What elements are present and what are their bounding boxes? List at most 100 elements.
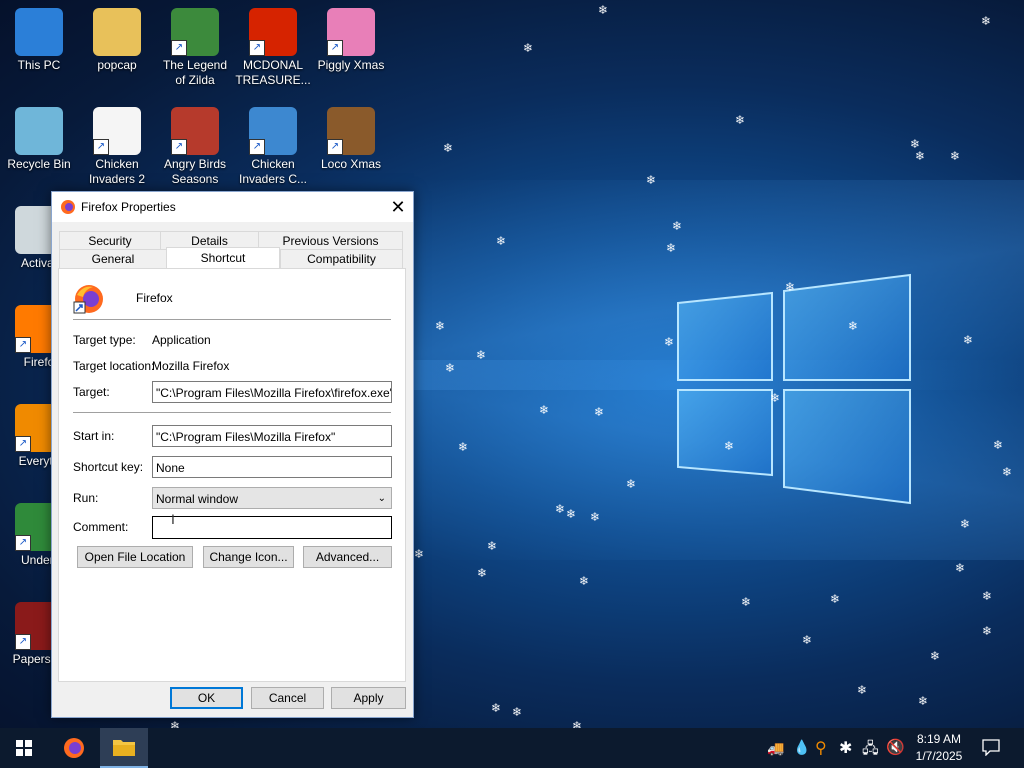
folder-icon	[93, 8, 141, 56]
network-game-tray-icon[interactable]: 🚚	[767, 740, 784, 757]
windows-start-icon	[16, 740, 32, 756]
snowflake: ❄	[523, 41, 534, 55]
start-in-label: Start in:	[73, 429, 115, 443]
shortcut-arrow-icon: ↗	[327, 40, 343, 56]
divider	[73, 412, 391, 413]
shortcut-key-input[interactable]: None	[152, 456, 392, 478]
desktop-icon[interactable]: ↗ The Legend of Zilda	[157, 8, 233, 88]
desktop-icon-label: The Legend of Zilda	[162, 58, 228, 87]
desktop-icon[interactable]: ↗ Angry Birds Seasons	[157, 107, 233, 187]
start-button[interactable]	[0, 728, 48, 768]
snowflake: ❄	[646, 173, 657, 187]
snowflake: ❄	[539, 403, 550, 417]
volume-muted-icon[interactable]: 🔇	[886, 738, 905, 756]
target-type-label: Target type:	[73, 333, 136, 347]
desktop-icon[interactable]: This PC	[1, 8, 77, 73]
snowflake: ❄	[566, 507, 577, 521]
target-label: Target:	[73, 385, 110, 399]
snowflake: ❄	[458, 440, 469, 454]
snowflake: ❄	[724, 439, 735, 453]
tab-shortcut[interactable]: Shortcut	[166, 247, 280, 268]
change-icon-button[interactable]: Change Icon...	[203, 546, 294, 568]
cancel-button[interactable]: Cancel	[251, 687, 324, 709]
tab-compatibility[interactable]: Compatibility	[280, 249, 403, 269]
open-file-location-button[interactable]: Open File Location	[77, 546, 193, 568]
windows-logo-wallpaper	[677, 273, 911, 505]
droplet-icon[interactable]: 💧	[793, 739, 810, 756]
shortcut-arrow-icon: ↗	[15, 634, 31, 650]
target-type-value: Application	[152, 333, 211, 347]
desktop-icon[interactable]: Recycle Bin	[1, 107, 77, 172]
snowflake: ❄	[598, 3, 609, 17]
taskbar-file-explorer[interactable]	[100, 728, 148, 768]
shortcut-key-label: Shortcut key:	[73, 460, 144, 474]
dialog-titlebar[interactable]: Firefox Properties ✕	[52, 192, 413, 222]
snowflake: ❄	[666, 241, 677, 255]
computer-icon	[15, 8, 63, 56]
desktop-icon[interactable]: popcap	[79, 8, 155, 73]
snowflake: ❄	[491, 701, 502, 715]
desktop-icon[interactable]: ↗ Piggly Xmas	[313, 8, 389, 73]
snowflake: ❄	[443, 141, 454, 155]
desktop-icon-label: Recycle Bin	[7, 157, 71, 171]
snowflake: ❄	[857, 683, 868, 697]
shortcut-arrow-icon: ↗	[249, 139, 265, 155]
taskbar-firefox[interactable]	[50, 728, 98, 768]
recycle-bin-icon	[15, 107, 63, 155]
apply-button[interactable]: Apply	[331, 687, 406, 709]
shortcut-arrow-icon: ↗	[171, 139, 187, 155]
clock-time: 8:19 AM	[916, 732, 962, 746]
search-tray-icon[interactable]: ⚲	[815, 738, 827, 758]
close-icon[interactable]: ✕	[383, 192, 413, 222]
target-location-value: Mozilla Firefox	[152, 359, 230, 373]
snowflake: ❄	[930, 649, 941, 663]
desktop-icon-label: Loco Xmas	[320, 157, 382, 171]
shortcut-arrow-icon: ↗	[15, 337, 31, 353]
snowflake: ❄	[960, 517, 971, 531]
divider	[73, 319, 391, 320]
desktop-icon-label: Angry Birds Seasons	[163, 157, 227, 186]
snowflake: ❄	[915, 149, 926, 163]
notification-icon[interactable]	[982, 739, 1000, 756]
start-in-input[interactable]: "C:\Program Files\Mozilla Firefox"	[152, 425, 392, 447]
firefox-properties-dialog: Firefox Properties ✕ Security Details Pr…	[51, 191, 414, 718]
snowflake: ❄	[993, 438, 1004, 452]
desktop-icon-label: Piggly Xmas	[317, 58, 385, 72]
tab-general[interactable]: General	[59, 249, 167, 269]
desktop-icon[interactable]: ↗ MCDONAL TREASURE...	[235, 8, 311, 88]
desktop-icon-label: Chicken Invaders C...	[238, 157, 308, 186]
shortcut-arrow-icon: ↗	[15, 535, 31, 551]
tab-security[interactable]: Security	[59, 231, 161, 251]
snowflake: ❄	[981, 14, 992, 28]
snowflake: ❄	[982, 589, 993, 603]
snowflake: ❄	[830, 592, 841, 606]
snowflake: ❄	[435, 319, 446, 333]
firefox-icon	[64, 738, 84, 758]
run-select[interactable]: Normal window ⌄	[152, 487, 392, 509]
desktop-icon[interactable]: ↗ Loco Xmas	[313, 107, 389, 172]
desktop-icon-label: popcap	[97, 58, 137, 72]
snowflake-tray-icon[interactable]: ✱	[839, 738, 852, 758]
desktop-icon[interactable]: ↗ Chicken Invaders C...	[235, 107, 311, 187]
shortcut-arrow-icon: ↗	[15, 436, 31, 452]
shortcut-arrow-icon: ↗	[249, 40, 265, 56]
bear-icon: ↗	[327, 107, 375, 155]
advanced-button[interactable]: Advanced...	[303, 546, 392, 568]
app-name: Firefox	[136, 291, 173, 305]
shortcut-arrow-icon: ↗	[327, 139, 343, 155]
snowflake: ❄	[487, 539, 498, 553]
angry-bird-icon: ↗	[171, 107, 219, 155]
network-icon[interactable]: 🖧	[862, 738, 879, 763]
snowflake: ❄	[594, 405, 605, 419]
chicken-icon: ↗	[93, 107, 141, 155]
ok-button[interactable]: OK	[170, 687, 243, 709]
snowflake: ❄	[672, 219, 683, 233]
clock[interactable]: 8:19 AM 1/7/2025	[908, 732, 970, 763]
snowflake: ❄	[1002, 465, 1013, 479]
snowflake: ❄	[741, 595, 752, 609]
target-input[interactable]: "C:\Program Files\Mozilla Firefox\firefo…	[152, 381, 392, 403]
desktop-icon[interactable]: ↗ Chicken Invaders 2	[79, 107, 155, 187]
comment-input[interactable]	[152, 516, 392, 539]
firefox-icon	[61, 200, 75, 214]
desktop-icon-label: Chicken Invaders 2	[88, 157, 146, 186]
